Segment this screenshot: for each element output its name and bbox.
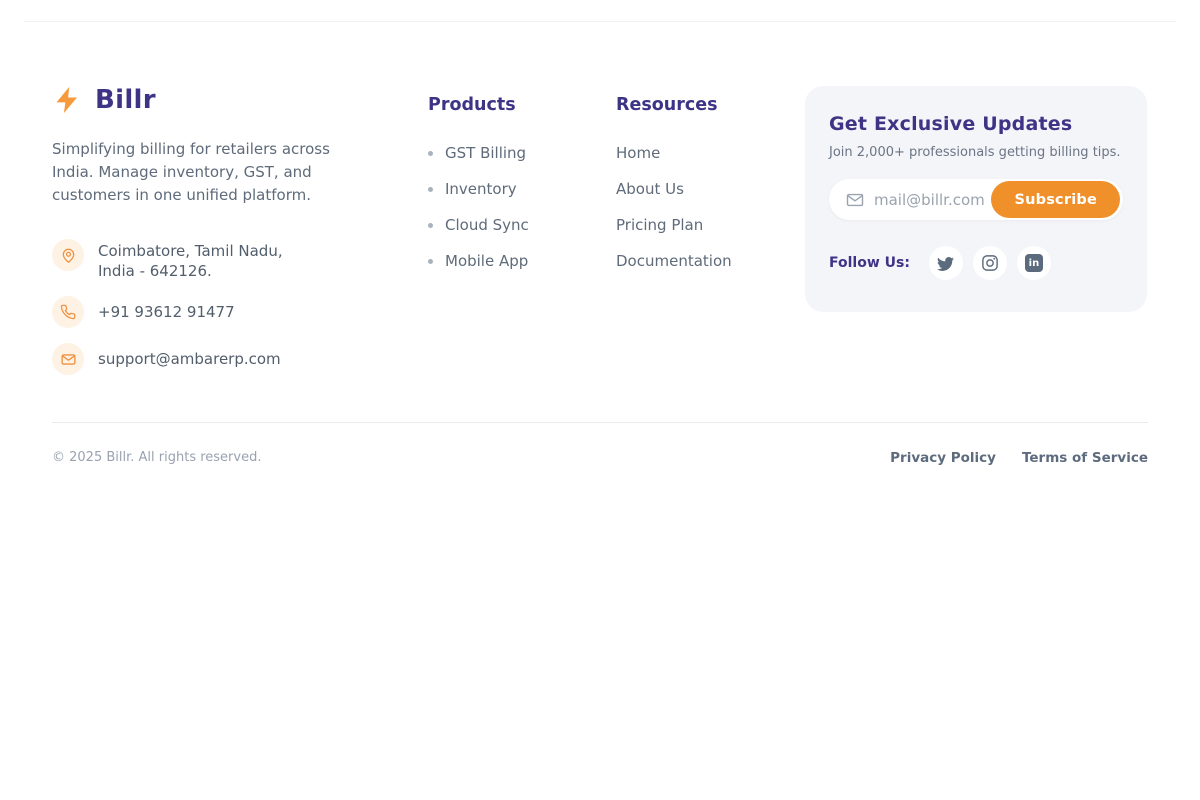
footer-link-pricing-plan[interactable]: Pricing Plan (616, 217, 732, 233)
instagram-button[interactable] (973, 246, 1007, 280)
address-text: Coimbatore, Tamil Nadu, India - 642126. (98, 239, 283, 281)
linkedin-icon: in (1025, 254, 1043, 272)
newsletter-title: Get Exclusive Updates (829, 113, 1123, 135)
footer-link-documentation[interactable]: Documentation (616, 253, 732, 269)
phone-text: +91 93612 91477 (98, 302, 235, 322)
lightning-bolt-icon (52, 84, 84, 116)
bullet-dot (428, 259, 433, 264)
link-label: Mobile App (445, 252, 528, 270)
footer-column-resources: Resources Home About Us Pricing Plan Doc… (616, 95, 732, 289)
bottom-divider (52, 422, 1148, 423)
newsletter-card: Get Exclusive Updates Join 2,000+ profes… (805, 86, 1147, 312)
link-label: About Us (616, 180, 684, 198)
brand-tagline: Simplifying billing for retailers across… (52, 138, 370, 207)
footer-link-mobile-app[interactable]: Mobile App (428, 253, 529, 269)
footer-link-gst-billing[interactable]: GST Billing (428, 145, 529, 161)
instagram-icon (981, 254, 999, 272)
brand-name: Billr (95, 85, 156, 115)
contact-phone[interactable]: +91 93612 91477 (52, 296, 382, 328)
email-input-mail-icon (845, 190, 865, 210)
bottom-links: Privacy Policy Terms of Service (890, 450, 1148, 466)
link-label: Pricing Plan (616, 216, 703, 234)
location-pin-icon (52, 239, 84, 271)
bullet-dot (428, 187, 433, 192)
newsletter-subtitle: Join 2,000+ professionals getting billin… (829, 145, 1123, 160)
link-label: Documentation (616, 252, 732, 270)
terms-of-service-link[interactable]: Terms of Service (1022, 450, 1148, 466)
products-link-list: GST Billing Inventory Cloud Sync Mobile … (428, 145, 529, 269)
phone-icon (52, 296, 84, 328)
email-text: support@ambarerp.com (98, 349, 281, 369)
link-label: Home (616, 144, 660, 162)
privacy-policy-link[interactable]: Privacy Policy (890, 450, 996, 466)
linkedin-button[interactable]: in (1017, 246, 1051, 280)
link-label: Cloud Sync (445, 216, 529, 234)
contact-address: Coimbatore, Tamil Nadu, India - 642126. (52, 239, 382, 281)
twitter-icon (937, 255, 954, 272)
contact-email[interactable]: support@ambarerp.com (52, 343, 382, 375)
resources-link-list: Home About Us Pricing Plan Documentation (616, 145, 732, 269)
follow-us-label: Follow Us: (829, 255, 910, 271)
follow-row: Follow Us: in (829, 246, 1123, 280)
bullet-dot (428, 223, 433, 228)
brand-logo[interactable]: Billr (52, 84, 382, 116)
footer-link-cloud-sync[interactable]: Cloud Sync (428, 217, 529, 233)
social-icons-group: in (929, 246, 1051, 280)
address-line-2: India - 642126. (98, 261, 283, 281)
mail-icon (52, 343, 84, 375)
footer-column-products: Products GST Billing Inventory Cloud Syn… (428, 95, 529, 289)
bullet-dot (428, 151, 433, 156)
products-column-title: Products (428, 95, 529, 115)
subscribe-button[interactable]: Subscribe (991, 181, 1120, 218)
copyright-text: © 2025 Billr. All rights reserved. (52, 450, 261, 465)
address-line-1: Coimbatore, Tamil Nadu, (98, 241, 283, 261)
footer-link-home[interactable]: Home (616, 145, 732, 161)
subscribe-form: Subscribe (829, 179, 1123, 220)
footer-link-about-us[interactable]: About Us (616, 181, 732, 197)
footer-page: Billr Simplifying billing for retailers … (0, 0, 1200, 800)
link-label: Inventory (445, 180, 517, 198)
footer-link-inventory[interactable]: Inventory (428, 181, 529, 197)
resources-column-title: Resources (616, 95, 732, 115)
link-label: GST Billing (445, 144, 526, 162)
brand-column: Billr Simplifying billing for retailers … (52, 84, 382, 390)
twitter-button[interactable] (929, 246, 963, 280)
contact-list: Coimbatore, Tamil Nadu, India - 642126. … (52, 239, 382, 375)
top-divider (24, 21, 1176, 22)
